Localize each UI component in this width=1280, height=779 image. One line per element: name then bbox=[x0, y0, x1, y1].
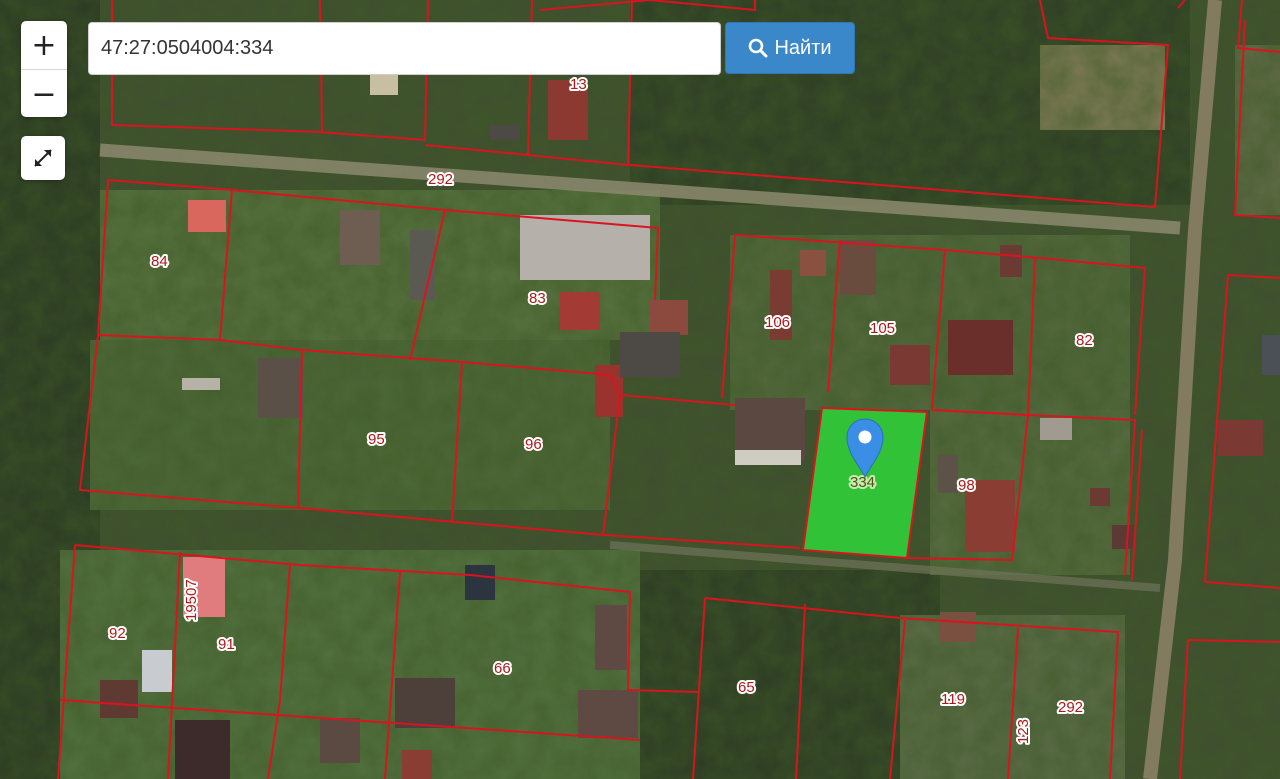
zoom-in-button[interactable]: + bbox=[21, 21, 67, 69]
parcel-label[interactable]: 82 bbox=[1074, 330, 1095, 351]
parcel-label-rotated[interactable]: 19507 bbox=[181, 577, 202, 623]
parcel-label[interactable]: 13 bbox=[568, 74, 589, 95]
parcel-label[interactable]: 105 bbox=[868, 318, 897, 339]
fullscreen-button[interactable] bbox=[21, 136, 65, 180]
search-icon bbox=[749, 38, 768, 58]
parcel-label[interactable]: 119 bbox=[939, 689, 967, 710]
expand-icon bbox=[34, 149, 52, 167]
parcel-label[interactable]: 292 bbox=[426, 169, 455, 190]
parcel-label[interactable]: 65 bbox=[736, 677, 757, 698]
parcel-label[interactable]: 91 bbox=[216, 634, 237, 655]
search-button[interactable]: Найти bbox=[725, 22, 855, 74]
cadastral-search-input[interactable] bbox=[88, 22, 721, 75]
parcel-label-rotated[interactable]: 123 bbox=[1013, 717, 1034, 746]
satellite-map[interactable]: 13 292 84 83 106 105 82 95 96 334 98 195… bbox=[0, 0, 1280, 779]
zoom-out-button[interactable]: − bbox=[21, 69, 67, 117]
parcel-label[interactable]: 106 bbox=[763, 312, 792, 333]
parcel-label[interactable]: 98 bbox=[956, 475, 977, 496]
parcel-label[interactable]: 96 bbox=[523, 434, 544, 455]
parcel-label[interactable]: 83 bbox=[527, 288, 548, 309]
parcel-label[interactable]: 84 bbox=[149, 251, 170, 272]
parcel-label-selected[interactable]: 334 bbox=[848, 472, 877, 493]
parcel-label[interactable]: 95 bbox=[366, 429, 387, 450]
parcel-label[interactable]: 66 bbox=[492, 658, 513, 679]
search-button-label: Найти bbox=[774, 36, 832, 59]
zoom-control: + − bbox=[21, 21, 67, 117]
parcel-label[interactable]: 292 bbox=[1056, 697, 1085, 718]
parcel-label[interactable]: 92 bbox=[107, 623, 128, 644]
